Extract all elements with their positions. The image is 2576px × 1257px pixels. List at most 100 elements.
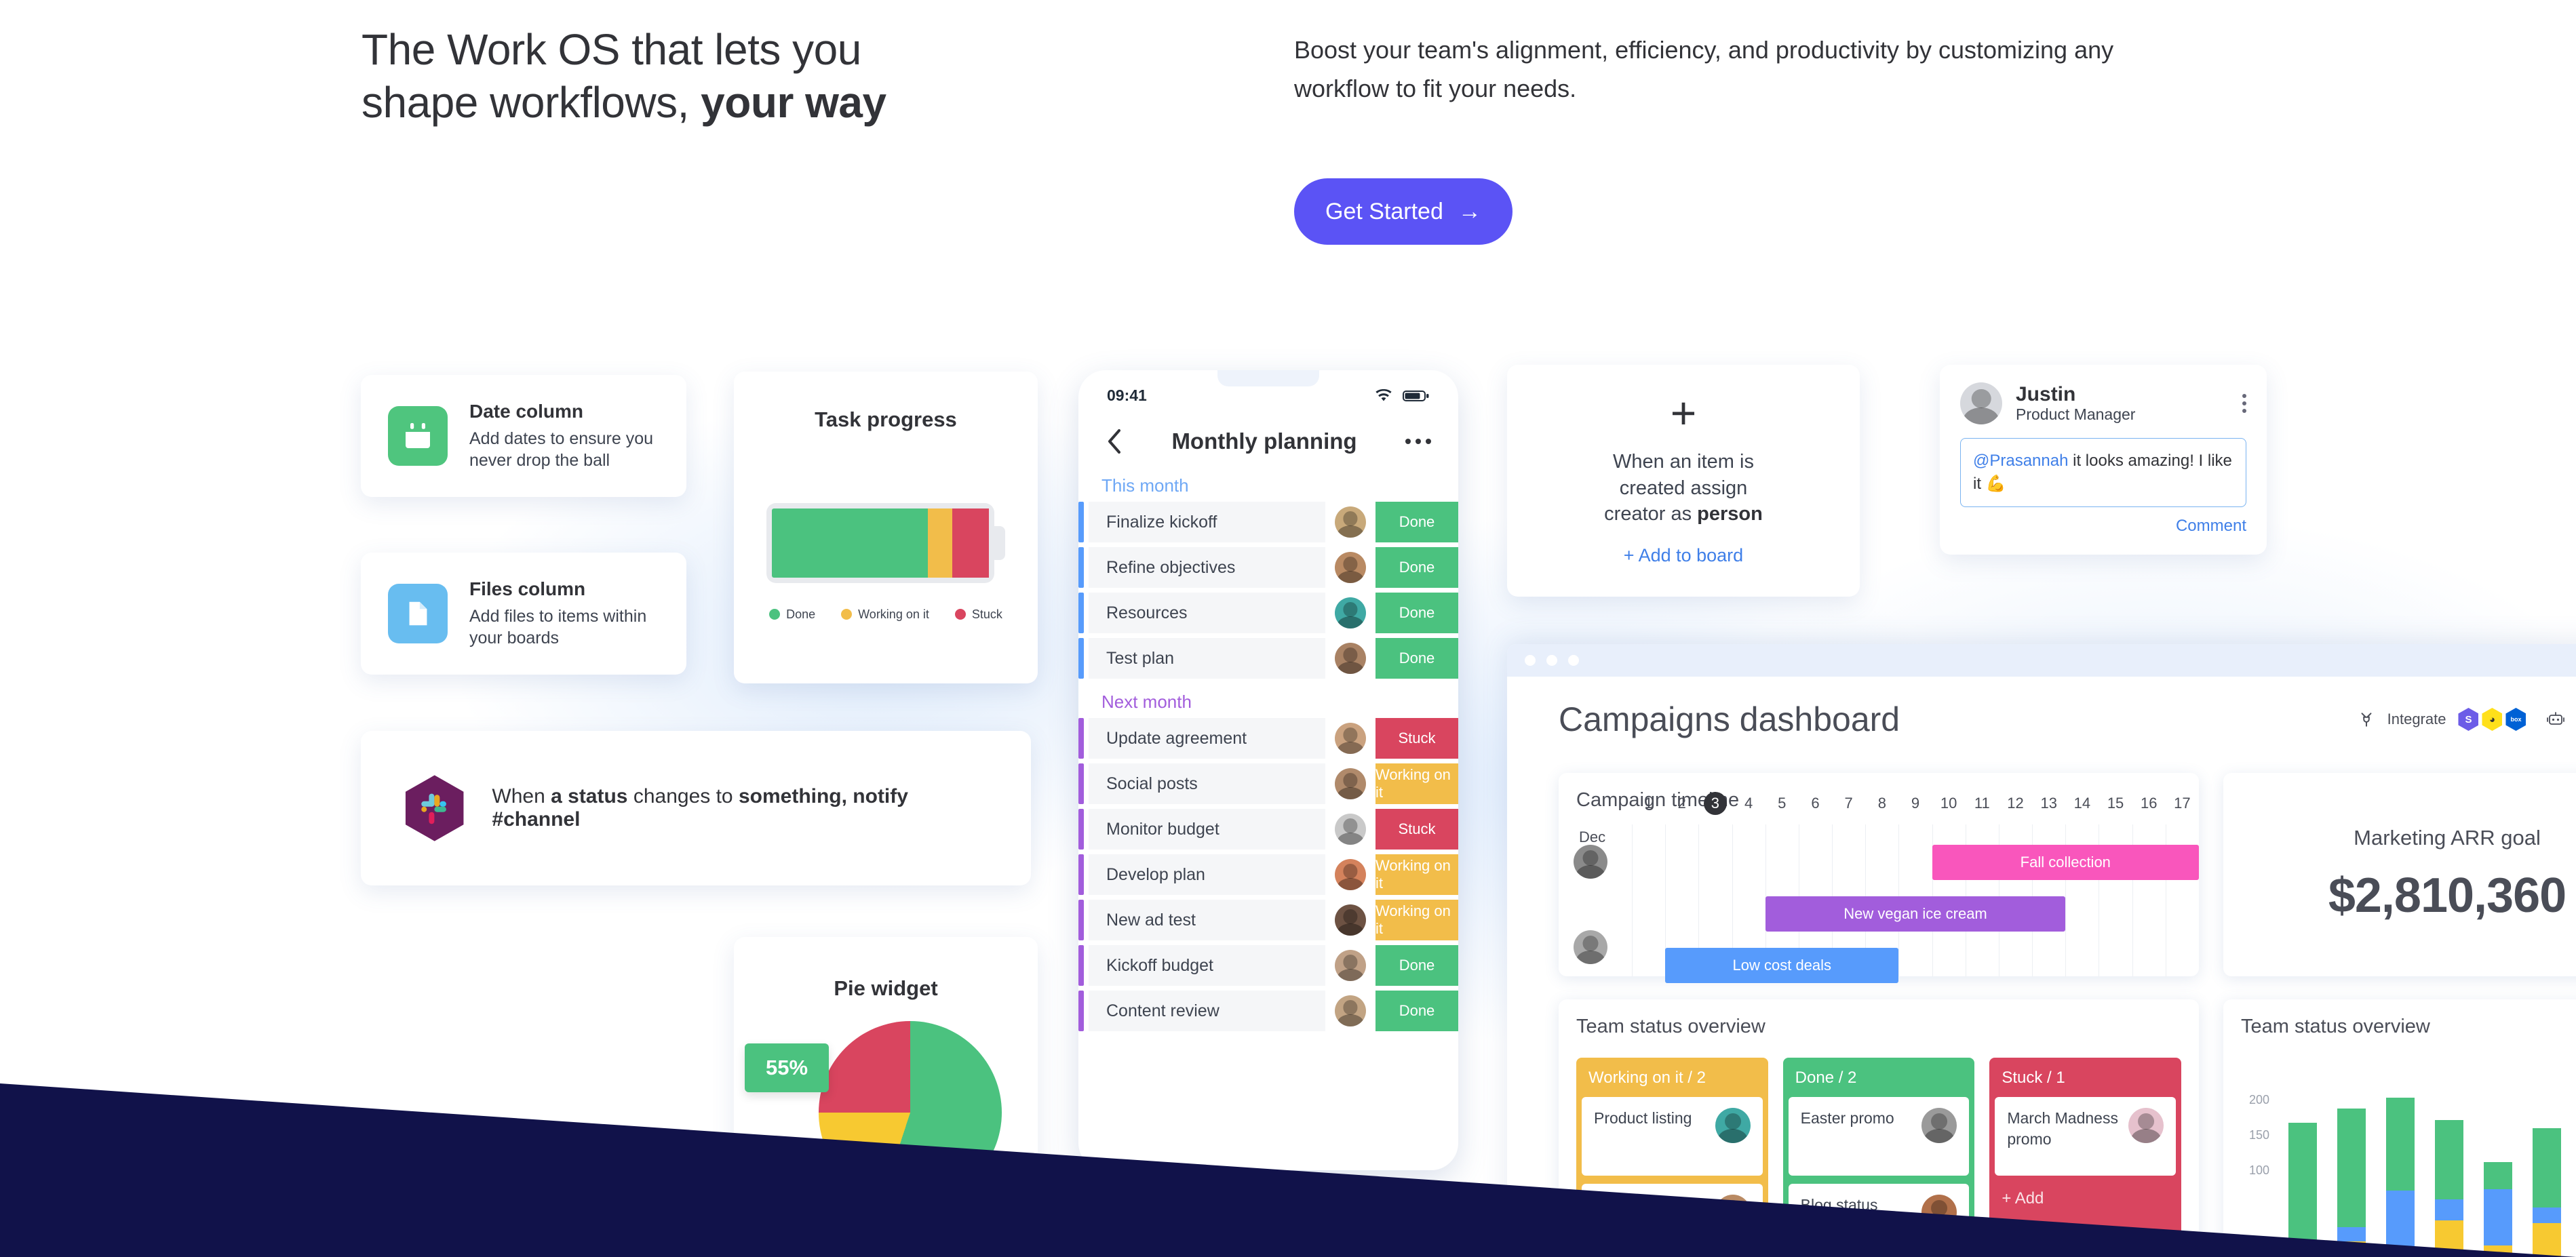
task-status-badge[interactable]: Stuck bbox=[1375, 809, 1458, 850]
timeline-day-9[interactable]: 9 bbox=[1898, 795, 1932, 812]
timeline-day-3[interactable]: 3 bbox=[1698, 795, 1732, 812]
timeline-day-15[interactable]: 15 bbox=[2099, 795, 2132, 812]
row-color-bar bbox=[1078, 900, 1084, 940]
window-dot-close[interactable] bbox=[1525, 655, 1536, 666]
timeline-day-8[interactable]: 8 bbox=[1865, 795, 1898, 812]
kanban-card-avatar[interactable] bbox=[2128, 1108, 2164, 1143]
kebab-menu-icon[interactable] bbox=[2242, 394, 2246, 413]
progress-segment-stuck bbox=[952, 508, 989, 578]
legend-item-working: Working on it bbox=[841, 607, 929, 622]
task-assignee[interactable] bbox=[1325, 809, 1375, 850]
phone-task-row[interactable]: Finalize kickoff Done bbox=[1078, 502, 1458, 542]
task-status-badge[interactable]: Done bbox=[1375, 593, 1458, 633]
window-dot-maximize[interactable] bbox=[1568, 655, 1579, 666]
task-assignee[interactable] bbox=[1325, 991, 1375, 1031]
task-assignee[interactable] bbox=[1325, 718, 1375, 759]
task-assignee[interactable] bbox=[1325, 945, 1375, 986]
phone-task-row[interactable]: Update agreement Stuck bbox=[1078, 718, 1458, 759]
kanban-card-avatar[interactable] bbox=[1715, 1108, 1751, 1143]
date-column-desc: Add dates to ensure you never drop the b… bbox=[469, 428, 654, 471]
task-status-badge[interactable]: Done bbox=[1375, 638, 1458, 679]
box-icon[interactable]: box bbox=[2505, 708, 2526, 731]
date-column-card[interactable]: Date column Add dates to ensure you neve… bbox=[361, 375, 686, 497]
task-assignee[interactable] bbox=[1325, 854, 1375, 895]
timeline-day-17[interactable]: 17 bbox=[2166, 795, 2199, 812]
phone-task-row[interactable]: Refine objectives Done bbox=[1078, 547, 1458, 588]
add-automation-card[interactable]: + When an item is created assign creator… bbox=[1507, 365, 1860, 597]
task-assignee[interactable] bbox=[1325, 763, 1375, 804]
task-status-badge[interactable]: Stuck bbox=[1375, 718, 1458, 759]
files-column-desc: Add files to items within your boards bbox=[469, 606, 647, 648]
phone-task-row[interactable]: Kickoff budget Done bbox=[1078, 945, 1458, 986]
task-assignee[interactable] bbox=[1325, 502, 1375, 542]
kanban-card-avatar[interactable] bbox=[1921, 1108, 1957, 1143]
timeline-day-6[interactable]: 6 bbox=[1799, 795, 1832, 812]
task-status-badge[interactable]: Done bbox=[1375, 547, 1458, 588]
integrate-plug-icon[interactable] bbox=[2358, 711, 2375, 728]
task-assignee[interactable] bbox=[1325, 638, 1375, 679]
kanban-card-title: Easter promo bbox=[1800, 1109, 1894, 1127]
timeline-row-avatar[interactable] bbox=[1574, 845, 1607, 879]
timeline-day-10[interactable]: 10 bbox=[1932, 795, 1966, 812]
phone-task-row[interactable]: New ad test Working on it bbox=[1078, 900, 1458, 940]
timeline-day-16[interactable]: 16 bbox=[2132, 795, 2166, 812]
comment-input[interactable]: @Prasannah it looks amazing! I like it 💪 bbox=[1960, 438, 2246, 508]
kanban-card[interactable]: Easter promo bbox=[1788, 1097, 1970, 1176]
integrate-label[interactable]: Integrate bbox=[2387, 711, 2446, 728]
phone-task-row[interactable]: Monitor budget Stuck bbox=[1078, 809, 1458, 850]
phone-task-row[interactable]: Social posts Working on it bbox=[1078, 763, 1458, 804]
robot-icon[interactable] bbox=[2546, 711, 2565, 727]
timeline-gridline bbox=[1632, 824, 1633, 976]
shopify-icon[interactable]: S bbox=[2458, 708, 2479, 731]
timeline-day-2[interactable]: 2 bbox=[1665, 795, 1698, 812]
task-status-badge[interactable]: Done bbox=[1375, 502, 1458, 542]
kanban-card[interactable]: Product listing bbox=[1582, 1097, 1763, 1176]
phone-task-row[interactable]: Test plan Done bbox=[1078, 638, 1458, 679]
phone-task-row[interactable]: Content review Done bbox=[1078, 991, 1458, 1031]
legend-dot-working bbox=[841, 609, 853, 620]
bar-segment-in-progress bbox=[2337, 1227, 2366, 1242]
task-status-badge[interactable]: Working on it bbox=[1375, 854, 1458, 895]
timeline-day-7[interactable]: 7 bbox=[1832, 795, 1865, 812]
task-name: Develop plan bbox=[1089, 854, 1325, 895]
timeline-row-avatar[interactable] bbox=[1574, 930, 1607, 964]
kanban-add-item[interactable]: + Add bbox=[1995, 1184, 2176, 1214]
kanban-card-avatar[interactable] bbox=[1715, 1195, 1751, 1230]
add-to-board-link[interactable]: + Add to board bbox=[1624, 545, 1743, 566]
timeline-day-14[interactable]: 14 bbox=[2065, 795, 2099, 812]
timeline-day-11[interactable]: 11 bbox=[1966, 795, 1999, 812]
kanban-card-avatar[interactable] bbox=[1921, 1195, 1957, 1230]
task-assignee[interactable] bbox=[1325, 547, 1375, 588]
task-status-badge[interactable]: Done bbox=[1375, 945, 1458, 986]
task-status-badge[interactable]: Working on it bbox=[1375, 900, 1458, 940]
task-name: Monitor budget bbox=[1089, 809, 1325, 850]
get-started-button[interactable]: Get Started → bbox=[1294, 178, 1513, 245]
timeline-day-5[interactable]: 5 bbox=[1765, 795, 1799, 812]
timeline-day-12[interactable]: 12 bbox=[1999, 795, 2032, 812]
bar-segment-done bbox=[2484, 1162, 2512, 1190]
phone-task-row[interactable]: Develop plan Working on it bbox=[1078, 854, 1458, 895]
kanban-card[interactable]: Valentine's Day bbox=[1582, 1184, 1763, 1257]
timeline-bar[interactable]: Fall collection bbox=[1932, 845, 2199, 880]
kanban-card[interactable]: Blog status bbox=[1788, 1184, 1970, 1257]
chevron-left-icon[interactable] bbox=[1106, 428, 1123, 455]
slack-automation-card[interactable]: When a status changes to something, noti… bbox=[361, 731, 1031, 885]
phone-task-row[interactable]: Resources Done bbox=[1078, 593, 1458, 633]
timeline-day-1[interactable]: 1 bbox=[1632, 795, 1665, 812]
timeline-month-label: Dec bbox=[1579, 829, 1606, 845]
more-horizontal-icon[interactable] bbox=[1405, 439, 1431, 444]
kanban-card[interactable]: March Madness promo bbox=[1995, 1097, 2177, 1176]
files-column-card[interactable]: Files column Add files to items within y… bbox=[361, 553, 686, 675]
mailchimp-icon[interactable]: ◕ bbox=[2482, 708, 2503, 731]
timeline-day-4[interactable]: 4 bbox=[1732, 795, 1765, 812]
task-name: Refine objectives bbox=[1089, 547, 1325, 588]
task-assignee[interactable] bbox=[1325, 593, 1375, 633]
task-assignee[interactable] bbox=[1325, 900, 1375, 940]
timeline-day-13[interactable]: 13 bbox=[2032, 795, 2065, 812]
task-status-badge[interactable]: Done bbox=[1375, 991, 1458, 1031]
comment-submit-link[interactable]: Comment bbox=[1960, 517, 2246, 536]
timeline-bar[interactable]: Low cost deals bbox=[1665, 948, 1899, 983]
timeline-bar[interactable]: New vegan ice cream bbox=[1765, 896, 2066, 932]
task-status-badge[interactable]: Working on it bbox=[1375, 763, 1458, 804]
window-dot-minimize[interactable] bbox=[1546, 655, 1557, 666]
